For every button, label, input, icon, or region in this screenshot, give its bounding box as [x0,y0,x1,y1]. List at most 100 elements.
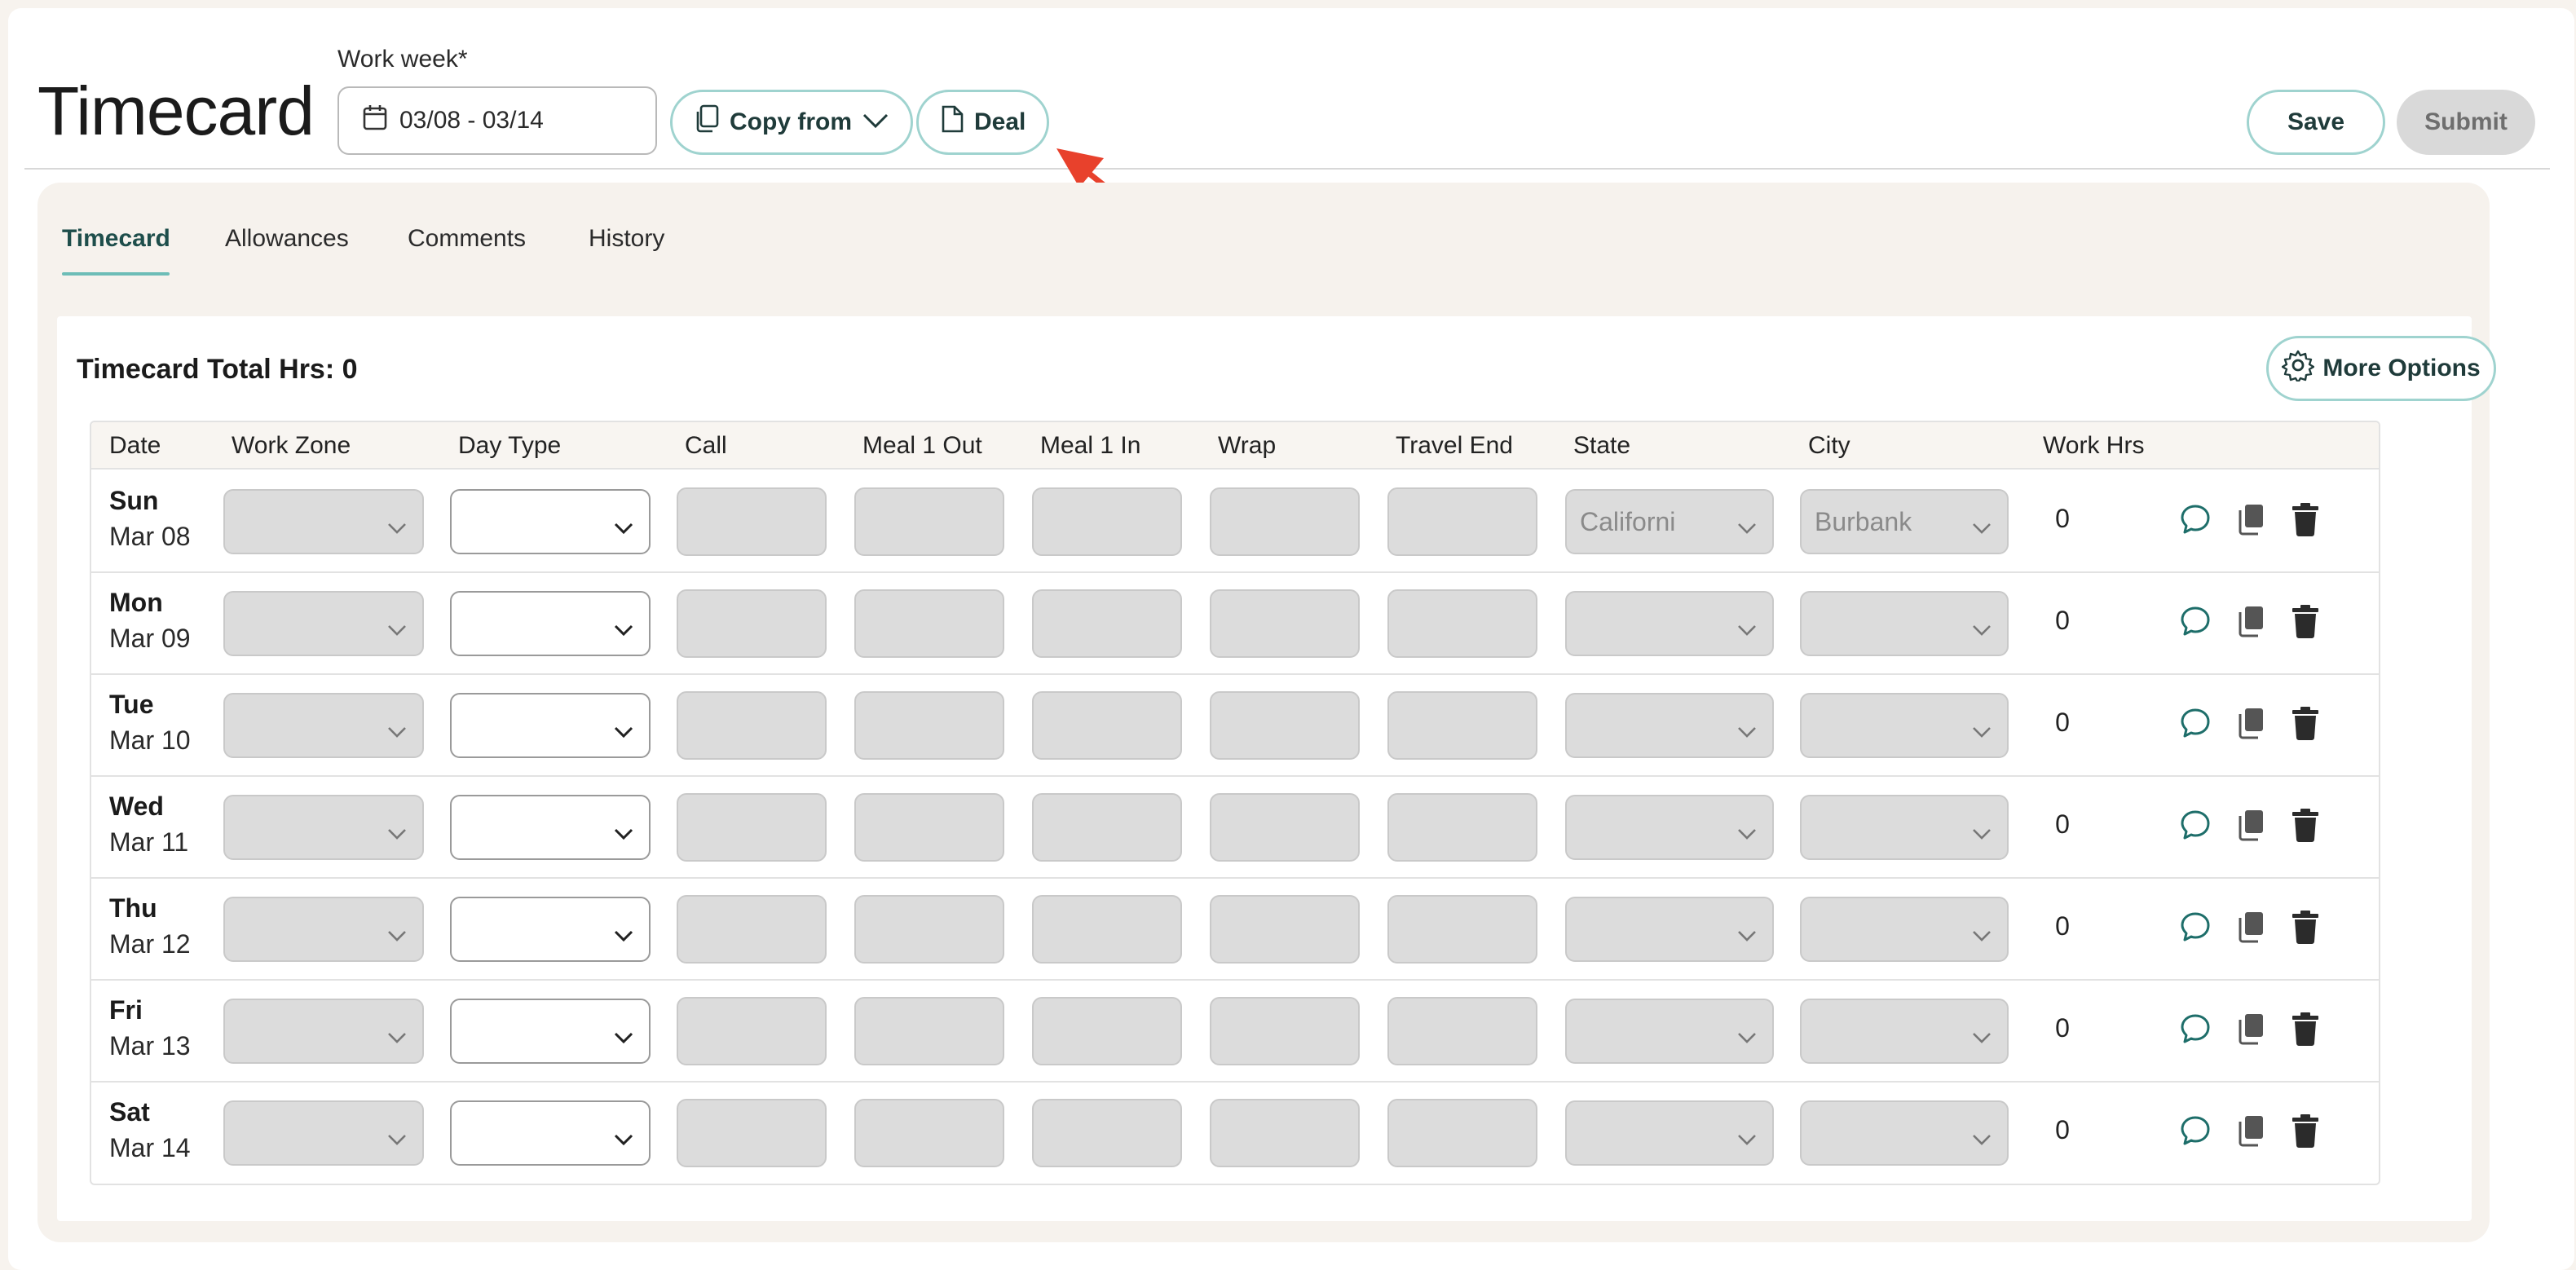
meal-1-in-input[interactable] [1032,691,1182,760]
city-select[interactable]: Burbank [1800,489,2009,554]
meal-1-in-input[interactable] [1032,793,1182,862]
work-zone-select[interactable] [223,693,424,758]
city-select[interactable] [1800,693,2009,758]
state-select[interactable] [1565,1100,1774,1166]
wrap-time-input[interactable] [1210,997,1360,1065]
copy-from-button[interactable]: Copy from [670,90,913,155]
tab-history[interactable]: History [589,225,664,253]
city-select[interactable] [1800,897,2009,962]
travel-end-input[interactable] [1387,895,1537,964]
city-select[interactable] [1800,999,2009,1064]
meal-1-out-input[interactable] [854,1099,1004,1167]
call-time-input[interactable] [677,895,827,964]
wrap-time-input[interactable] [1210,589,1360,658]
duplicate-icon[interactable] [2235,604,2266,642]
wrap-time-input[interactable] [1210,691,1360,760]
state-select[interactable]: Californi [1565,489,1774,554]
duplicate-icon[interactable] [2235,502,2266,540]
work-zone-select[interactable] [223,897,424,962]
meal-1-out-input[interactable] [854,895,1004,964]
travel-end-input[interactable] [1387,997,1537,1065]
comment-icon[interactable] [2178,808,2212,846]
travel-end-input[interactable] [1387,589,1537,658]
more-options-button[interactable]: More Options [2266,336,2496,401]
row-date: Mar 10 [109,725,191,755]
day-type-select[interactable] [450,999,651,1064]
comment-icon[interactable] [2178,1113,2212,1152]
table-row: Mon Mar 09 0 [91,573,2379,675]
call-time-input[interactable] [677,691,827,760]
wrap-time-input[interactable] [1210,793,1360,862]
trash-icon[interactable] [2291,502,2320,540]
comment-icon[interactable] [2178,910,2212,948]
meal-1-in-input[interactable] [1032,487,1182,556]
call-time-input[interactable] [677,793,827,862]
duplicate-icon[interactable] [2235,808,2266,846]
work-week-field[interactable]: 03/08 - 03/14 [337,86,657,155]
comment-icon[interactable] [2178,1012,2212,1050]
travel-end-input[interactable] [1387,793,1537,862]
chevron-down-icon [386,716,408,746]
city-select[interactable] [1800,795,2009,860]
work-zone-select[interactable] [223,591,424,656]
travel-end-input[interactable] [1387,487,1537,556]
day-type-select[interactable] [450,897,651,962]
trash-icon[interactable] [2291,910,2320,948]
work-zone-select[interactable] [223,489,424,554]
day-type-select[interactable] [450,795,651,860]
tab-timecard[interactable]: Timecard [62,225,170,253]
meal-1-out-input[interactable] [854,487,1004,556]
trash-icon[interactable] [2291,604,2320,642]
city-select[interactable] [1800,591,2009,656]
row-date: Mar 13 [109,1031,191,1061]
city-select[interactable] [1800,1100,2009,1166]
meal-1-out-input[interactable] [854,997,1004,1065]
duplicate-icon[interactable] [2235,706,2266,744]
trash-icon[interactable] [2291,706,2320,744]
submit-button[interactable]: Submit [2397,90,2535,155]
duplicate-icon[interactable] [2235,1012,2266,1050]
meal-1-out-input[interactable] [854,793,1004,862]
work-zone-select[interactable] [223,1100,424,1166]
column-header-day-type: Day Type [458,432,562,459]
state-select[interactable] [1565,693,1774,758]
wrap-time-input[interactable] [1210,487,1360,556]
work-zone-select[interactable] [223,795,424,860]
travel-end-input[interactable] [1387,1099,1537,1167]
meal-1-in-input[interactable] [1032,997,1182,1065]
state-select[interactable] [1565,897,1774,962]
meal-1-out-input[interactable] [854,691,1004,760]
comment-icon[interactable] [2178,502,2212,540]
meal-1-in-input[interactable] [1032,895,1182,964]
save-button[interactable]: Save [2247,90,2385,155]
wrap-time-input[interactable] [1210,895,1360,964]
comment-icon[interactable] [2178,604,2212,642]
call-time-input[interactable] [677,997,827,1065]
state-select[interactable] [1565,795,1774,860]
meal-1-out-input[interactable] [854,589,1004,658]
tab-comments[interactable]: Comments [408,225,526,253]
day-type-select[interactable] [450,693,651,758]
wrap-time-input[interactable] [1210,1099,1360,1167]
day-type-select[interactable] [450,591,651,656]
tab-allowances[interactable]: Allowances [225,225,349,253]
travel-end-input[interactable] [1387,691,1537,760]
call-time-input[interactable] [677,487,827,556]
work-zone-select[interactable] [223,999,424,1064]
call-time-input[interactable] [677,1099,827,1167]
trash-icon[interactable] [2291,808,2320,846]
state-select[interactable] [1565,999,1774,1064]
deal-button[interactable]: Deal [916,90,1050,155]
trash-icon[interactable] [2291,1113,2320,1152]
state-select[interactable] [1565,591,1774,656]
meal-1-in-input[interactable] [1032,1099,1182,1167]
duplicate-icon[interactable] [2235,910,2266,948]
comment-icon[interactable] [2178,706,2212,744]
trash-icon[interactable] [2291,1012,2320,1050]
meal-1-in-input[interactable] [1032,589,1182,658]
duplicate-icon[interactable] [2235,1113,2266,1152]
call-time-input[interactable] [677,589,827,658]
day-type-select[interactable] [450,1100,651,1166]
work-hrs-value: 0 [2055,809,2070,839]
day-type-select[interactable] [450,489,651,554]
